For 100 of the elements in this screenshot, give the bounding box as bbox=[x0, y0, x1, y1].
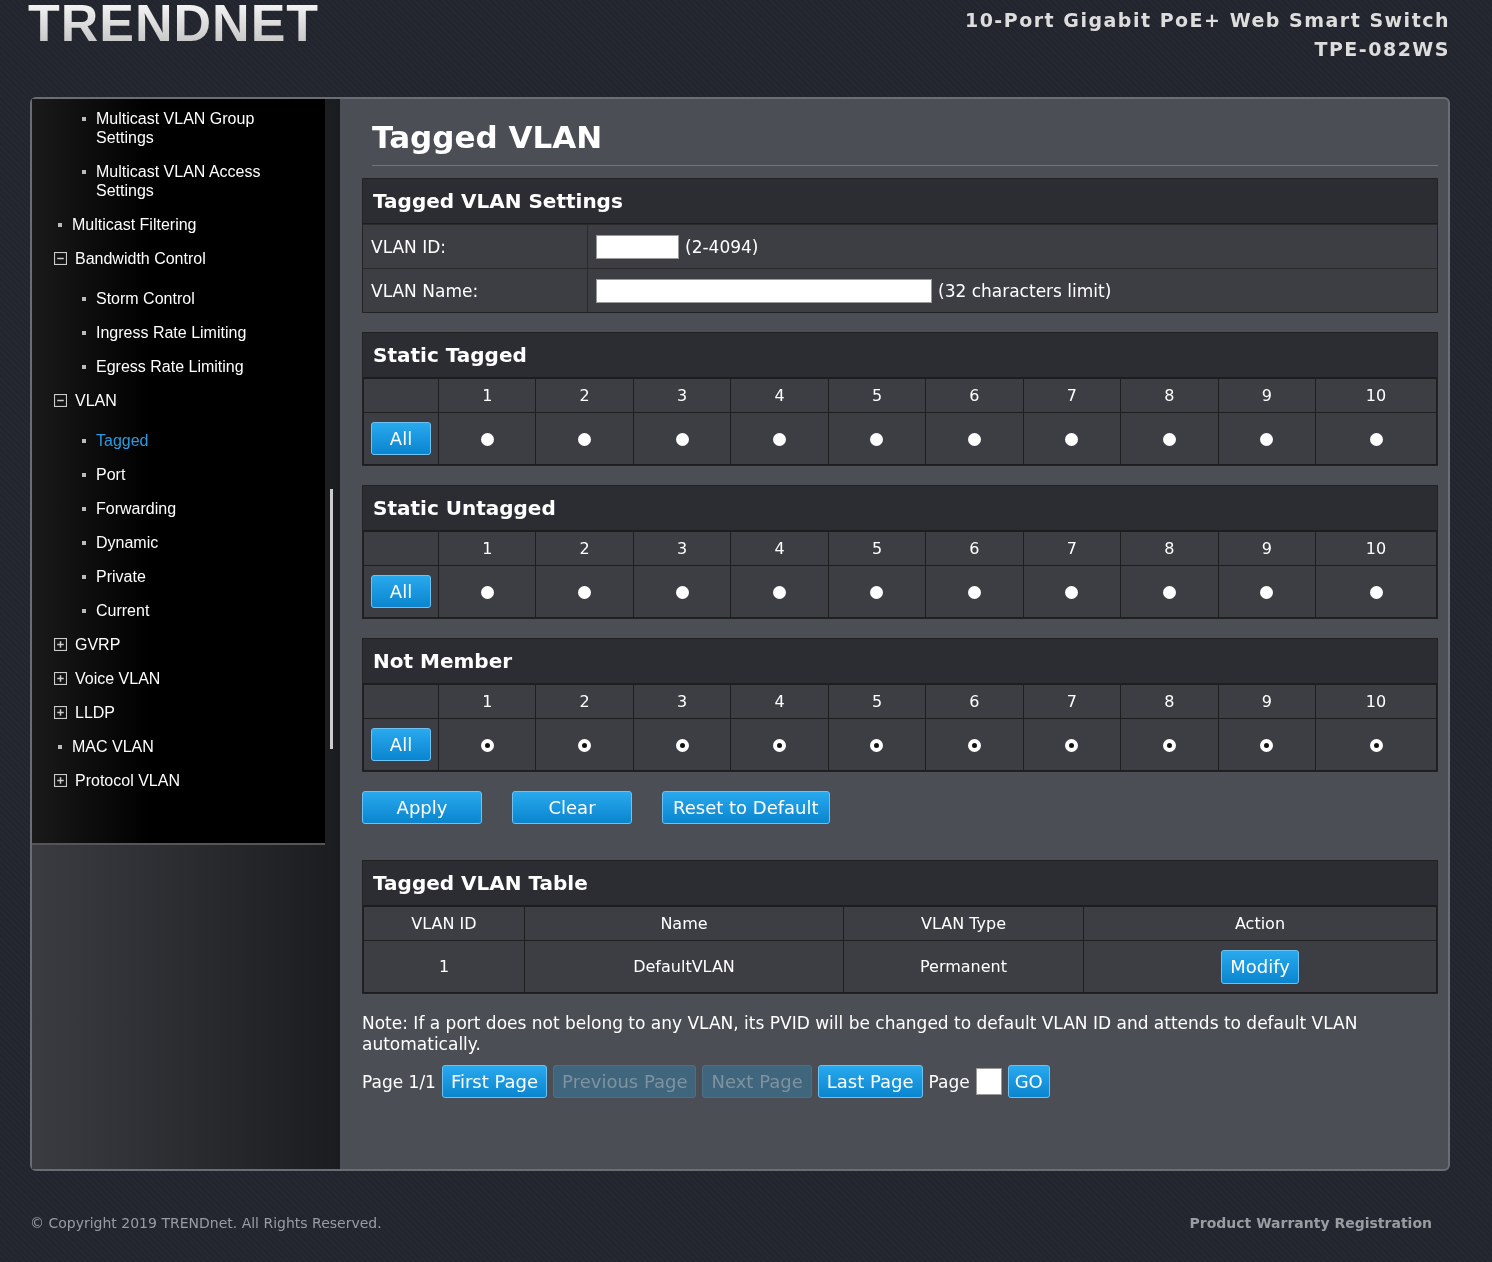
radio-button[interactable] bbox=[1065, 739, 1079, 752]
field-hint: (32 characters limit) bbox=[938, 280, 1112, 301]
radio-button[interactable] bbox=[967, 586, 981, 599]
menu-item[interactable]: Multicast Filtering bbox=[32, 215, 325, 234]
radio-button[interactable] bbox=[578, 739, 592, 752]
radio-button[interactable] bbox=[1162, 739, 1176, 752]
field-label: VLAN ID: bbox=[363, 225, 588, 268]
menu-item[interactable]: MAC VLAN bbox=[32, 737, 325, 756]
copyright-text: © Copyright 2019 TRENDnet. All Rights Reserved. bbox=[30, 1215, 382, 1231]
port-number: 4 bbox=[730, 531, 829, 566]
table-cell: 1 bbox=[363, 940, 525, 993]
section-title: Static Tagged bbox=[363, 333, 1437, 378]
section-title: Tagged VLAN Settings bbox=[363, 179, 1437, 224]
radio-button[interactable] bbox=[870, 433, 884, 446]
radio-button[interactable] bbox=[1260, 586, 1274, 599]
menu-folder[interactable]: GVRP bbox=[32, 635, 325, 654]
section-title: Static Untagged bbox=[363, 486, 1437, 531]
page-status: Page 1/1 bbox=[362, 1071, 436, 1092]
radio-button[interactable] bbox=[967, 739, 981, 752]
table-cell: Permanent bbox=[843, 940, 1084, 993]
port-number: 8 bbox=[1120, 531, 1218, 566]
model-name: TPE-082WS bbox=[1313, 37, 1450, 62]
radio-button[interactable] bbox=[578, 433, 592, 446]
page-label: Page bbox=[928, 1071, 970, 1092]
menu-folder[interactable]: VLAN bbox=[32, 391, 325, 410]
table-cell: DefaultVLAN bbox=[524, 940, 844, 993]
menu-item[interactable]: Tagged bbox=[32, 431, 272, 450]
port-number: 7 bbox=[1023, 684, 1121, 719]
page-field[interactable] bbox=[975, 1068, 1002, 1095]
radio-button[interactable] bbox=[1369, 586, 1383, 599]
radio-button[interactable] bbox=[1369, 433, 1383, 446]
radio-button[interactable] bbox=[1260, 739, 1274, 752]
radio-button[interactable] bbox=[578, 586, 592, 599]
port-number: 9 bbox=[1218, 531, 1316, 566]
radio-button[interactable] bbox=[773, 586, 787, 599]
radio-button[interactable] bbox=[1162, 433, 1176, 446]
menu-item[interactable]: Egress Rate Limiting bbox=[32, 357, 272, 376]
port-number: 6 bbox=[925, 378, 1024, 413]
radio-button[interactable] bbox=[675, 739, 689, 752]
port-number: 10 bbox=[1315, 531, 1437, 566]
field-hint: (2-4094) bbox=[685, 236, 759, 257]
menu-item[interactable]: Multicast VLAN Group Settings bbox=[32, 109, 272, 147]
column-header: Name bbox=[524, 906, 844, 941]
text-field[interactable] bbox=[596, 278, 932, 303]
port-number: 5 bbox=[828, 531, 926, 566]
menu-item[interactable]: Forwarding bbox=[32, 499, 272, 518]
port-number: 10 bbox=[1315, 684, 1437, 719]
menu-item[interactable]: Port bbox=[32, 465, 272, 484]
radio-button[interactable] bbox=[773, 433, 787, 446]
port-number: 7 bbox=[1023, 378, 1121, 413]
port-number: 3 bbox=[633, 684, 731, 719]
port-number: 5 bbox=[828, 684, 926, 719]
port-number: 8 bbox=[1120, 378, 1218, 413]
radio-button[interactable] bbox=[1260, 433, 1274, 446]
section-title: Tagged VLAN Table bbox=[363, 861, 1437, 906]
port-number: 4 bbox=[730, 684, 829, 719]
radio-button[interactable] bbox=[1065, 433, 1079, 446]
menu-folder[interactable]: LLDP bbox=[32, 703, 325, 722]
menu-item[interactable]: Current bbox=[32, 601, 272, 620]
port-number: 7 bbox=[1023, 531, 1121, 566]
product-name: 10-Port Gigabit PoE+ Web Smart Switch bbox=[964, 8, 1450, 33]
port-number: 2 bbox=[535, 531, 634, 566]
radio-button[interactable] bbox=[480, 586, 494, 599]
port-number: 2 bbox=[535, 378, 634, 413]
text-field[interactable] bbox=[596, 234, 679, 259]
radio-button[interactable] bbox=[1065, 586, 1079, 599]
radio-button[interactable] bbox=[1369, 739, 1383, 752]
port-number: 9 bbox=[1218, 684, 1316, 719]
menu-folder[interactable]: Bandwidth Control bbox=[32, 249, 325, 268]
port-number: 1 bbox=[438, 531, 536, 566]
column-header: Action bbox=[1083, 906, 1437, 941]
radio-button[interactable] bbox=[870, 739, 884, 752]
section-title: Not Member bbox=[363, 639, 1437, 684]
port-number: 1 bbox=[438, 684, 536, 719]
menu-item[interactable]: Storm Control bbox=[32, 289, 272, 308]
menu-folder[interactable]: Protocol VLAN bbox=[32, 771, 325, 790]
menu-item[interactable]: Dynamic bbox=[32, 533, 272, 552]
note-text: Note: If a port does not belong to any VLAN, its PVID will be changed to default VLAN ID and attends to default VLAN automatically. bbox=[362, 1013, 1359, 1055]
port-number: 3 bbox=[633, 531, 731, 566]
radio-button[interactable] bbox=[675, 433, 689, 446]
menu-item[interactable]: Multicast VLAN Access Settings bbox=[32, 162, 272, 200]
column-header: VLAN Type bbox=[843, 906, 1084, 941]
menu-item[interactable]: Ingress Rate Limiting bbox=[32, 323, 272, 342]
field-label: VLAN Name: bbox=[363, 269, 588, 312]
port-number: 9 bbox=[1218, 378, 1316, 413]
radio-button[interactable] bbox=[1162, 586, 1176, 599]
menu-folder[interactable]: Voice VLAN bbox=[32, 669, 325, 688]
radio-button[interactable] bbox=[480, 739, 494, 752]
port-number: 3 bbox=[633, 378, 731, 413]
menu-item[interactable]: Private bbox=[32, 567, 272, 586]
radio-button[interactable] bbox=[870, 586, 884, 599]
port-number: 1 bbox=[438, 378, 536, 413]
radio-button[interactable] bbox=[967, 433, 981, 446]
port-number: 10 bbox=[1315, 378, 1437, 413]
radio-button[interactable] bbox=[773, 739, 787, 752]
warranty-link[interactable]: Product Warranty Registration bbox=[1189, 1215, 1432, 1231]
column-header: VLAN ID bbox=[363, 906, 525, 941]
radio-button[interactable] bbox=[480, 433, 494, 446]
radio-button[interactable] bbox=[675, 586, 689, 599]
port-number: 4 bbox=[730, 378, 829, 413]
